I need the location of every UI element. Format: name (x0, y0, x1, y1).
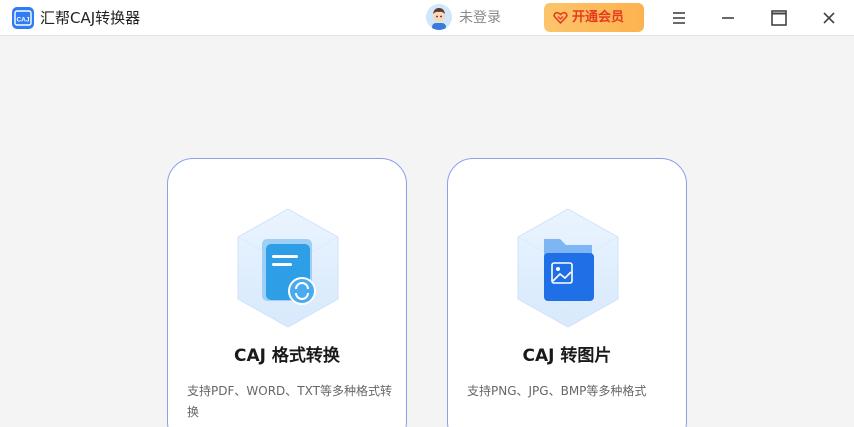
caj-format-convert-card[interactable]: CAJ 格式转换 支持PDF、WORD、TXT等多种格式转换 (167, 158, 407, 427)
maximize-icon (771, 10, 787, 26)
maximize-button[interactable] (765, 4, 793, 32)
close-button[interactable] (815, 4, 843, 32)
card-description: 支持PDF、WORD、TXT等多种格式转换 (187, 384, 392, 419)
menu-button[interactable] (665, 4, 693, 32)
user-avatar-icon (426, 4, 452, 30)
image-folder-icon (516, 207, 620, 331)
minimize-icon (722, 17, 734, 19)
close-icon (823, 12, 835, 24)
vip-label: 开通会员 (572, 10, 625, 25)
card-title: CAJ 格式转换 (234, 346, 340, 366)
app-logo-icon: CAJ (12, 7, 34, 29)
card-description: 支持PNG、JPG、BMP等多种格式 (467, 384, 647, 398)
vip-button[interactable]: 开通会员 (544, 3, 644, 32)
card-title: CAJ 转图片 (522, 346, 612, 366)
avatar[interactable] (426, 4, 452, 30)
title-bar: CAJ 汇帮CAJ转换器 未登录 开通会员 (0, 0, 854, 36)
minimize-button[interactable] (714, 4, 742, 32)
menu-icon (673, 12, 685, 24)
diamond-heart-icon (553, 11, 568, 25)
caj-to-image-card[interactable]: CAJ 转图片 支持PNG、JPG、BMP等多种格式 (447, 158, 687, 427)
app-logo-text: CAJ (16, 17, 29, 24)
document-convert-icon (236, 207, 340, 331)
login-status[interactable]: 未登录 (459, 8, 501, 28)
app-title: 汇帮CAJ转换器 (40, 9, 141, 27)
